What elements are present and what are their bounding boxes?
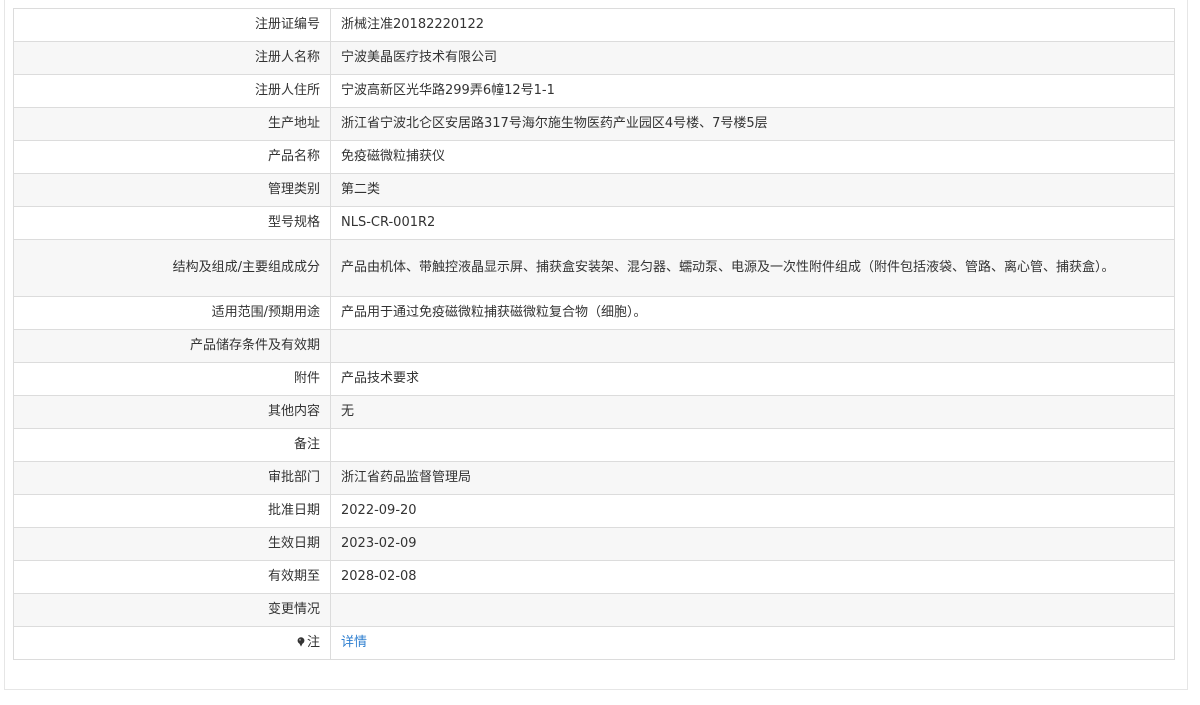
row-product-name: 产品名称 免疫磁微粒捕获仪 (13, 140, 1175, 174)
row-production-address: 生产地址 浙江省宁波北仑区安居路317号海尔施生物医药产业园区4号楼、7号楼5层 (13, 107, 1175, 141)
value-change-status (330, 593, 1175, 627)
row-note: 注 详情 (13, 626, 1175, 660)
label-approval-department: 审批部门 (13, 461, 331, 495)
value-intended-use: 产品用于通过免疫磁微粒捕获磁微粒复合物（细胞）。 (330, 296, 1175, 330)
label-valid-until: 有效期至 (13, 560, 331, 594)
value-remarks (330, 428, 1175, 462)
row-approval-date: 批准日期 2022-09-20 (13, 494, 1175, 528)
label-registrant-address: 注册人住所 (13, 74, 331, 108)
row-attachment: 附件 产品技术要求 (13, 362, 1175, 396)
value-note-cell: 详情 (330, 626, 1175, 660)
value-storage-validity (330, 329, 1175, 363)
details-link[interactable]: 详情 (341, 635, 367, 650)
value-product-name: 免疫磁微粒捕获仪 (330, 140, 1175, 174)
row-change-status: 变更情况 (13, 593, 1175, 627)
value-model-spec: NLS-CR-001R2 (330, 206, 1175, 240)
value-valid-until: 2028-02-08 (330, 560, 1175, 594)
pin-icon (297, 637, 305, 647)
row-approval-department: 审批部门 浙江省药品监督管理局 (13, 461, 1175, 495)
row-management-category: 管理类别 第二类 (13, 173, 1175, 207)
label-model-spec: 型号规格 (13, 206, 331, 240)
label-production-address: 生产地址 (13, 107, 331, 141)
row-model-spec: 型号规格 NLS-CR-001R2 (13, 206, 1175, 240)
label-remarks: 备注 (13, 428, 331, 462)
row-other-content: 其他内容 无 (13, 395, 1175, 429)
label-attachment: 附件 (13, 362, 331, 396)
label-approval-date: 批准日期 (13, 494, 331, 528)
value-registration-number: 浙械注准20182220122 (330, 8, 1175, 42)
label-registration-number: 注册证编号 (13, 8, 331, 42)
value-approval-department: 浙江省药品监督管理局 (330, 461, 1175, 495)
label-note: 注 (306, 635, 320, 650)
label-registrant-name: 注册人名称 (13, 41, 331, 75)
label-effective-date: 生效日期 (13, 527, 331, 561)
label-change-status: 变更情况 (13, 593, 331, 627)
row-registrant-address: 注册人住所 宁波高新区光华路299弄6幢12号1-1 (13, 74, 1175, 108)
value-registrant-name: 宁波美晶医疗技术有限公司 (330, 41, 1175, 75)
value-attachment: 产品技术要求 (330, 362, 1175, 396)
row-registration-number: 注册证编号 浙械注准20182220122 (13, 8, 1175, 42)
row-valid-until: 有效期至 2028-02-08 (13, 560, 1175, 594)
value-approval-date: 2022-09-20 (330, 494, 1175, 528)
value-structure-composition: 产品由机体、带触控液晶显示屏、捕获盒安装架、混匀器、蠕动泵、电源及一次性附件组成… (330, 239, 1175, 297)
label-structure-composition: 结构及组成/主要组成成分 (13, 239, 331, 297)
row-effective-date: 生效日期 2023-02-09 (13, 527, 1175, 561)
registration-detail-table: 注册证编号 浙械注准20182220122 注册人名称 宁波美晶医疗技术有限公司… (13, 8, 1175, 660)
value-registrant-address: 宁波高新区光华路299弄6幢12号1-1 (330, 74, 1175, 108)
label-storage-validity: 产品储存条件及有效期 (13, 329, 331, 363)
row-structure-composition: 结构及组成/主要组成成分 产品由机体、带触控液晶显示屏、捕获盒安装架、混匀器、蠕… (13, 239, 1175, 297)
value-other-content: 无 (330, 395, 1175, 429)
value-effective-date: 2023-02-09 (330, 527, 1175, 561)
row-storage-validity: 产品储存条件及有效期 (13, 329, 1175, 363)
value-production-address: 浙江省宁波北仑区安居路317号海尔施生物医药产业园区4号楼、7号楼5层 (330, 107, 1175, 141)
row-remarks: 备注 (13, 428, 1175, 462)
label-product-name: 产品名称 (13, 140, 331, 174)
label-other-content: 其他内容 (13, 395, 331, 429)
label-management-category: 管理类别 (13, 173, 331, 207)
row-registrant-name: 注册人名称 宁波美晶医疗技术有限公司 (13, 41, 1175, 75)
label-note-cell: 注 (13, 626, 331, 660)
value-management-category: 第二类 (330, 173, 1175, 207)
row-intended-use: 适用范围/预期用途 产品用于通过免疫磁微粒捕获磁微粒复合物（细胞）。 (13, 296, 1175, 330)
label-intended-use: 适用范围/预期用途 (13, 296, 331, 330)
